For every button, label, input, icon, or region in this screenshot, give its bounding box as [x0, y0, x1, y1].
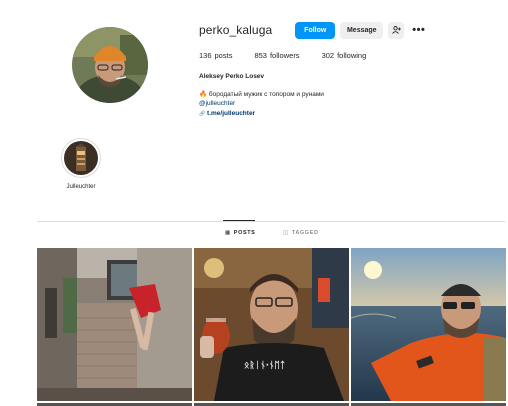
post-tile[interactable]: ᛟᚱᛁᚾ·ᚾᛖᛏ: [194, 248, 349, 401]
posts-count-value: 136: [199, 51, 212, 60]
bio-text: бородатый мужик с топором и рунами: [208, 90, 324, 98]
post-tile[interactable]: [351, 248, 506, 401]
followers-count-value: 853: [254, 51, 267, 60]
posts-count: 136 posts: [199, 51, 232, 60]
person-add-icon: [391, 26, 401, 34]
bio-link-text: t.me/julleuchter: [207, 109, 256, 117]
active-tab-indicator: [223, 220, 255, 221]
bio-external-link[interactable]: 🔗 t.me/julleuchter: [199, 109, 324, 120]
bio-mention-link[interactable]: @julleuchter: [199, 99, 324, 109]
followers-count-label: followers: [269, 51, 300, 60]
posts-grid: ᛟᚱᛁᚾ·ᚾᛖᛏ: [37, 248, 506, 406]
shirt-rune-text: ᛟᚱᛁᚾ·ᚾᛖᛏ: [244, 360, 285, 371]
bio-line: 🔥 бородатый мужик с топором и рунами: [199, 90, 324, 100]
followers-count[interactable]: 853 followers: [254, 51, 299, 60]
full-name: Aleksey Perko Losev: [199, 73, 265, 80]
man-on-boat-photo: [351, 248, 506, 401]
story-highlight[interactable]: Julleuchter: [61, 138, 101, 190]
tagged-icon: ◫: [283, 230, 289, 236]
highlight-cover: [64, 141, 98, 175]
profile-header: perko_kaluga Follow Message •••: [199, 21, 425, 39]
highlight-cover-image: [64, 141, 98, 175]
profile-bio: Aleksey Perko Losev 🔥 бородатый мужик с …: [199, 72, 324, 119]
message-button[interactable]: Message: [340, 21, 384, 39]
tab-posts[interactable]: ▦ POSTS: [225, 230, 255, 236]
post-tile[interactable]: [37, 248, 192, 401]
tab-tagged-label: TAGGED: [291, 230, 319, 236]
profile-stats: 136 posts 853 followers 302 following: [199, 51, 388, 60]
following-count-value: 302: [321, 51, 335, 60]
tab-posts-label: POSTS: [233, 230, 256, 236]
highlight-ring: [61, 138, 101, 178]
climbing-window-photo: [37, 248, 192, 401]
following-count-label: following: [337, 51, 367, 60]
username: perko_kaluga: [199, 23, 273, 37]
tabs-divider: [37, 221, 505, 222]
grid-icon: ▦: [225, 230, 231, 236]
profile-avatar[interactable]: [72, 27, 148, 103]
link-icon: 🔗: [199, 110, 206, 117]
posts-count-label: posts: [214, 51, 233, 60]
more-dots-icon[interactable]: •••: [412, 24, 425, 36]
bearded-man-drink-photo: ᛟᚱᛁᚾ·ᚾᛖᛏ: [194, 248, 349, 401]
fire-emoji-icon: 🔥: [199, 90, 208, 98]
follow-button[interactable]: Follow: [295, 21, 336, 39]
following-count[interactable]: 302 following: [322, 51, 367, 60]
highlight-label: Julleuchter: [66, 184, 96, 190]
avatar-photo: [72, 27, 148, 103]
suggest-similar-button[interactable]: [388, 21, 405, 39]
tab-tagged[interactable]: ◫ TAGGED: [283, 230, 319, 236]
